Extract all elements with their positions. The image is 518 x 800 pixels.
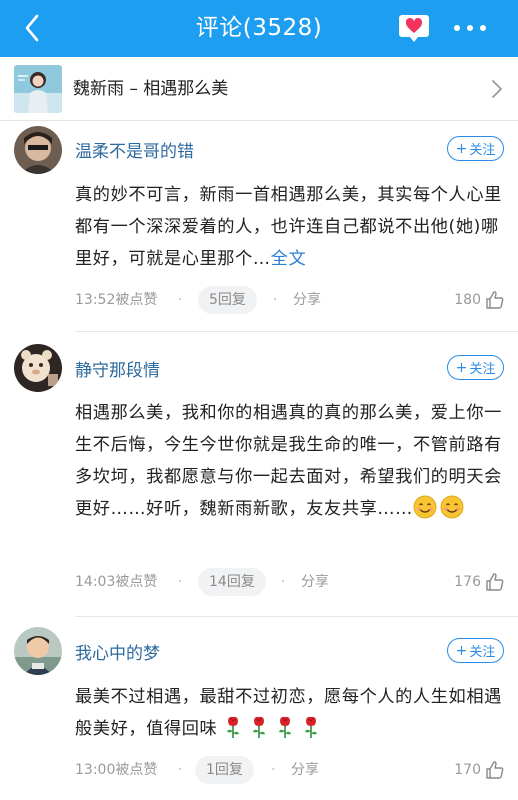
like-count: 180 — [454, 292, 481, 308]
reply-button[interactable]: 1回复 — [195, 756, 254, 784]
like-time: 13:00被点赞 — [75, 762, 158, 778]
chevron-right-icon — [492, 80, 502, 98]
thumbs-up-icon — [486, 291, 504, 309]
comment-meta: 14:03被点赞 · 14回复 · 分享 176 — [75, 568, 505, 596]
avatar[interactable] — [14, 627, 62, 675]
like-time: 14:03被点赞 — [75, 574, 158, 590]
heart-speech-icon — [399, 15, 429, 42]
follow-button[interactable]: + 关注 — [447, 638, 504, 663]
comment-meta: 13:00被点赞 · 1回复 · 分享 170 — [75, 756, 505, 784]
follow-button[interactable]: + 关注 — [447, 136, 504, 161]
comment-item: 我心中的梦 + 关注 最美不过相遇，最甜不过初恋，愿每个人的人生如相遇般美好，值… — [0, 617, 518, 800]
reply-button[interactable]: 14回复 — [198, 568, 266, 596]
avatar[interactable] — [14, 126, 62, 174]
comment-username[interactable]: 静守那段情 — [75, 356, 160, 381]
comment-item: 温柔不是哥的错 + 关注 真的妙不可言，新雨一首相遇那么美，其实每个人心里都有一… — [0, 121, 518, 331]
more-button[interactable] — [450, 14, 490, 42]
song-row[interactable]: 魏新雨 – 相遇那么美 — [0, 57, 518, 121]
smile-emoji-icon — [440, 495, 464, 530]
top-bar: 评论(3528) — [0, 0, 518, 57]
share-button[interactable]: 分享 — [291, 756, 319, 784]
rose-emoji-icon — [301, 715, 321, 750]
like-button[interactable]: 176 — [454, 568, 505, 596]
smile-emoji-icon — [413, 495, 437, 530]
comment-meta: 13:52被点赞 · 5回复 · 分享 180 — [75, 286, 505, 314]
full-text-link[interactable]: 全文 — [271, 249, 307, 269]
like-count: 170 — [454, 762, 481, 778]
like-button[interactable]: 180 — [454, 286, 505, 314]
follow-button[interactable]: + 关注 — [447, 355, 504, 380]
heart-button[interactable] — [398, 13, 430, 43]
plus-icon: + — [455, 140, 468, 157]
rose-emoji-icon — [275, 715, 295, 750]
thumbs-up-icon — [486, 761, 504, 779]
comment-text: 相遇那么美，我和你的相遇真的真的那么美，爱上你一生不后悔，今生今世你就是我生命的… — [75, 397, 505, 530]
reply-button[interactable]: 5回复 — [198, 286, 257, 314]
page-title: 评论(3528) — [195, 15, 323, 41]
comment-username[interactable]: 我心中的梦 — [75, 639, 160, 664]
like-time: 13:52被点赞 — [75, 292, 158, 308]
song-cover — [14, 65, 62, 113]
like-count: 176 — [454, 574, 481, 590]
like-button[interactable]: 170 — [454, 756, 505, 784]
comment-username[interactable]: 温柔不是哥的错 — [75, 137, 194, 162]
share-button[interactable]: 分享 — [293, 286, 321, 314]
share-button[interactable]: 分享 — [301, 568, 329, 596]
more-dots-icon — [454, 25, 460, 31]
comment-item: 静守那段情 + 关注 相遇那么美，我和你的相遇真的真的那么美，爱上你一生不后悔，… — [0, 332, 518, 616]
plus-icon: + — [455, 359, 468, 376]
rose-emoji-icon — [249, 715, 269, 750]
song-title: 魏新雨 – 相遇那么美 — [73, 79, 229, 99]
rose-emoji-icon — [223, 715, 243, 750]
comment-text: 最美不过相遇，最甜不过初恋，愿每个人的人生如相遇般美好，值得回味 — [75, 681, 505, 750]
avatar[interactable] — [14, 344, 62, 392]
plus-icon: + — [455, 642, 468, 659]
comment-text: 真的妙不可言，新雨一首相遇那么美，其实每个人心里都有一个深深爱着的人，也许连自己… — [75, 185, 502, 269]
thumbs-up-icon — [486, 573, 504, 591]
